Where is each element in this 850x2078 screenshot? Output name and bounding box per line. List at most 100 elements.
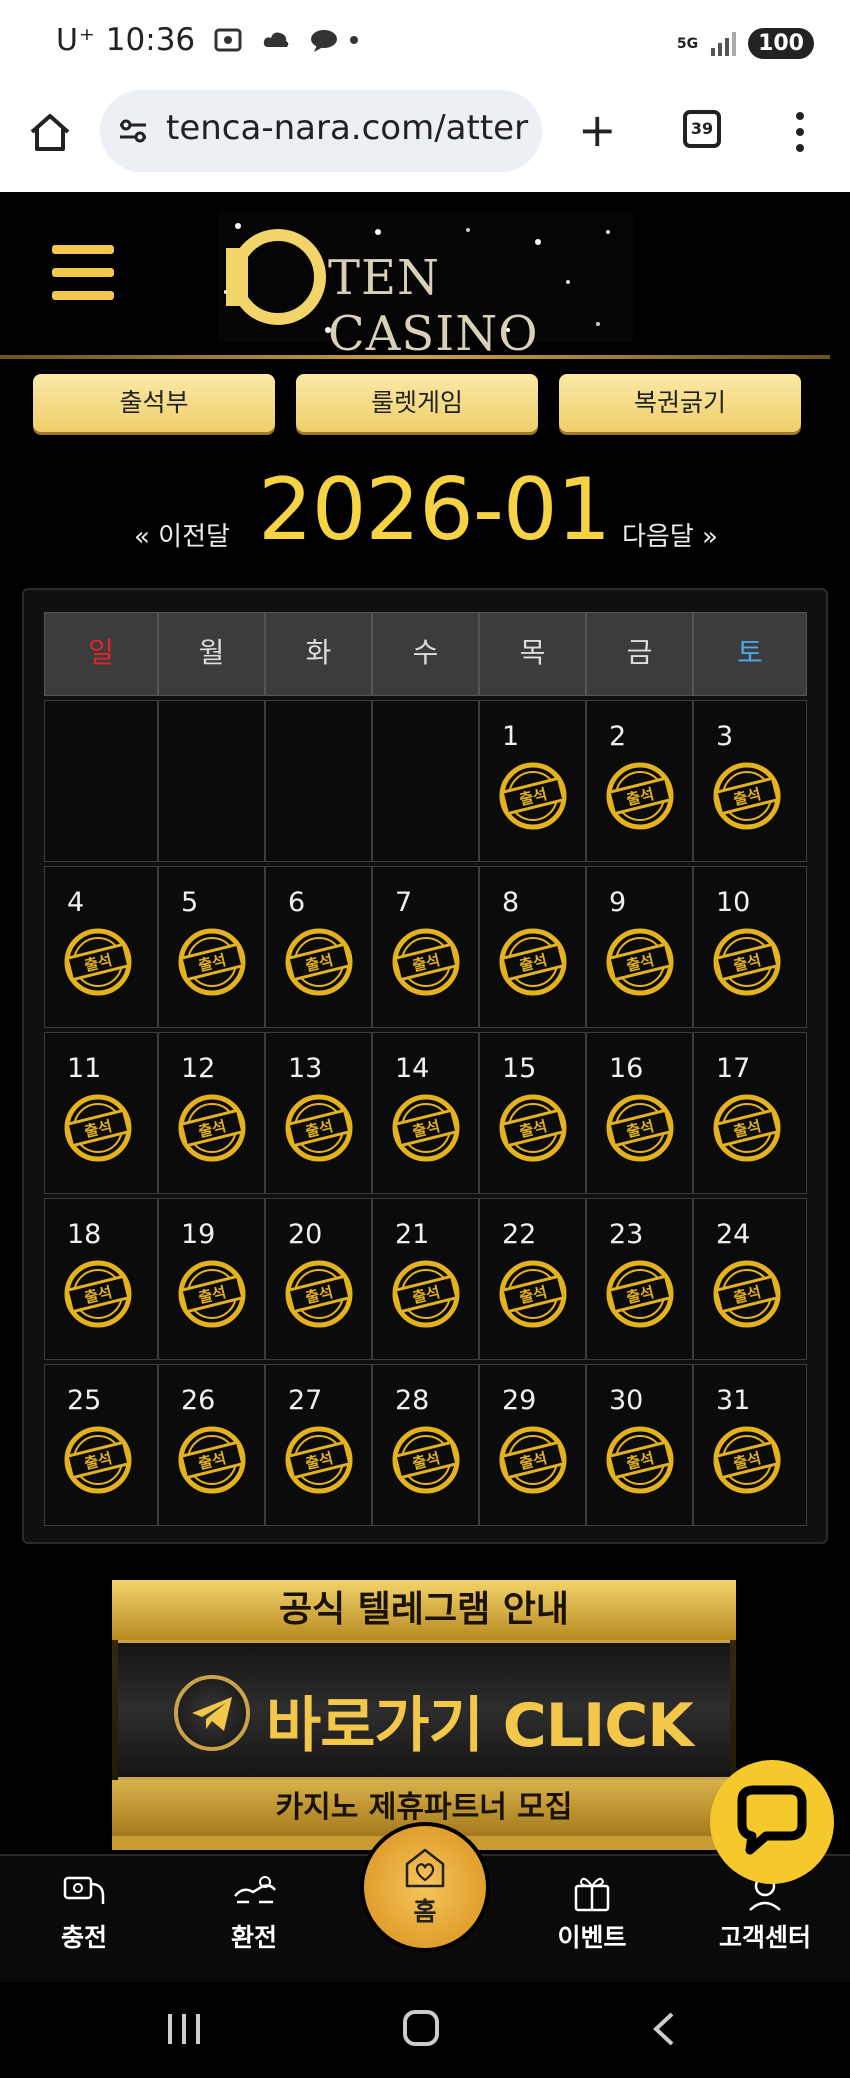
attendance-stamp-icon: 출석: [499, 1426, 567, 1494]
nav-charge[interactable]: 충전: [24, 1856, 144, 1984]
day-number: 22: [502, 1219, 537, 1250]
status-bar: U⁺ 10:36 5G 100: [0, 0, 850, 90]
weekday-header: 월: [158, 612, 265, 696]
attendance-stamp-icon: 출석: [285, 928, 353, 996]
calendar-day-cell: 9 출석: [586, 866, 693, 1028]
android-home-icon[interactable]: [403, 2010, 439, 2046]
day-number: 19: [181, 1219, 216, 1250]
chat-button[interactable]: [710, 1760, 834, 1884]
site-settings-icon[interactable]: [116, 114, 150, 148]
day-number: 14: [395, 1053, 430, 1084]
calendar-day-cell: 4 출석: [44, 866, 158, 1028]
recent-apps-icon[interactable]: [166, 2012, 202, 2046]
calendar-day-cell: 31 출석: [693, 1364, 807, 1526]
attendance-stamp-icon: 출석: [178, 928, 246, 996]
chat-bubble-icon: [737, 1785, 807, 1855]
screenshot-icon: [214, 28, 242, 52]
day-number: 27: [288, 1385, 323, 1416]
telegram-banner[interactable]: 공식 텔레그램 안내 바로가기 CLICK 카지노 제휴파트너 모집: [112, 1580, 736, 1850]
tab-switcher-button[interactable]: 39: [683, 110, 721, 148]
attendance-stamp-icon: 출석: [713, 1094, 781, 1162]
day-number: 6: [288, 887, 306, 918]
gift-icon: [574, 1877, 610, 1912]
calendar-empty-cell: [44, 700, 158, 862]
weekday-header: 화: [265, 612, 372, 696]
attendance-stamp-icon: 출석: [178, 1260, 246, 1328]
day-number: 8: [502, 887, 520, 918]
attendance-stamp-icon: 출석: [392, 1426, 460, 1494]
attendance-calendar: 일 월 화 수 목 금 토 1 출석 2 출석 3 출석 4 출석 5 출석 6 출석 7 출석 8 출석 9 출석 10 출석 11…: [22, 588, 828, 1544]
day-number: 7: [395, 887, 413, 918]
banner-cta-text: 바로가기 CLICK: [266, 1691, 694, 1761]
next-month-link[interactable]: 다음달 »: [622, 516, 718, 553]
calendar-day-cell: 15 출석: [479, 1032, 586, 1194]
calendar-day-cell: 14 출석: [372, 1032, 479, 1194]
attendance-stamp-icon: 출석: [713, 762, 781, 830]
calendar-day-cell: 28 출석: [372, 1364, 479, 1526]
url-text: tenca-nara.com/atter: [166, 108, 529, 148]
calendar-day-cell: 11 출석: [44, 1032, 158, 1194]
back-icon[interactable]: [648, 2012, 678, 2046]
banner-heading: 공식 텔레그램 안내: [112, 1580, 736, 1640]
day-number: 3: [716, 721, 734, 752]
weekday-header: 토: [693, 612, 807, 696]
nav-exchange[interactable]: 환전: [194, 1856, 314, 1984]
day-number: 24: [716, 1219, 751, 1250]
banner-cta-panel[interactable]: 바로가기 CLICK: [118, 1640, 730, 1780]
calendar-day-cell: 7 출석: [372, 866, 479, 1028]
nav-event[interactable]: 이벤트: [532, 1856, 652, 1984]
clock: 10:36: [105, 22, 196, 58]
attendance-button[interactable]: 출석부: [33, 374, 275, 432]
nav-home-label: 홈: [413, 1897, 437, 1926]
attendance-stamp-icon: 출석: [499, 928, 567, 996]
attendance-stamp-icon: 출석: [499, 1260, 567, 1328]
calendar-day-cell: 10 출석: [693, 866, 807, 1028]
lottery-button[interactable]: 복권긁기: [559, 374, 801, 432]
hamburger-menu-button[interactable]: [52, 245, 114, 314]
calendar-day-cell: 29 출석: [479, 1364, 586, 1526]
cloud-icon: [263, 32, 289, 47]
day-number: 5: [181, 887, 199, 918]
attendance-stamp-icon: 출석: [713, 1426, 781, 1494]
day-number: 28: [395, 1385, 430, 1416]
attendance-stamp-icon: 출석: [178, 1094, 246, 1162]
nav-home[interactable]: 홈: [360, 1822, 490, 1952]
attendance-stamp-icon: 출석: [285, 1094, 353, 1162]
day-number: 16: [609, 1053, 644, 1084]
day-number: 21: [395, 1219, 430, 1250]
site-header: TEN CASINO: [0, 192, 850, 362]
day-number: 4: [67, 887, 85, 918]
signal-icon: [711, 31, 737, 56]
attendance-stamp-icon: 출석: [606, 762, 674, 830]
address-bar[interactable]: tenca-nara.com/atter: [100, 90, 542, 172]
notification-dot-icon: [350, 36, 359, 44]
attendance-stamp-icon: 출석: [606, 928, 674, 996]
attendance-stamp-icon: 출석: [499, 762, 567, 830]
calendar-empty-cell: [158, 700, 265, 862]
site-logo[interactable]: TEN CASINO: [218, 212, 633, 362]
network-type: 5G: [676, 35, 699, 52]
exchange-icon: [234, 1876, 277, 1904]
calendar-day-cell: 21 출석: [372, 1198, 479, 1360]
day-number: 11: [67, 1053, 102, 1084]
weekday-header: 수: [372, 612, 479, 696]
day-number: 2: [609, 721, 627, 752]
day-number: 26: [181, 1385, 216, 1416]
browser-home-icon[interactable]: [28, 110, 72, 154]
roulette-button[interactable]: 룰렛게임: [296, 374, 538, 432]
new-tab-button[interactable]: +: [578, 107, 617, 153]
battery-badge: 100: [748, 28, 814, 59]
calendar-day-cell: 12 출석: [158, 1032, 265, 1194]
weekday-header: 일: [44, 612, 158, 696]
attendance-stamp-icon: 출석: [285, 1260, 353, 1328]
logo-text: TEN CASINO: [328, 250, 539, 362]
browser-menu-button[interactable]: [796, 112, 804, 160]
attendance-stamp-icon: 출석: [64, 1426, 132, 1494]
day-number: 13: [288, 1053, 323, 1084]
prev-month-link[interactable]: « 이전달: [134, 516, 230, 553]
day-number: 20: [288, 1219, 323, 1250]
day-number: 10: [716, 887, 751, 918]
status-left: U⁺ 10:36: [56, 22, 359, 58]
day-number: 15: [502, 1053, 537, 1084]
charge-icon: [63, 1876, 105, 1904]
